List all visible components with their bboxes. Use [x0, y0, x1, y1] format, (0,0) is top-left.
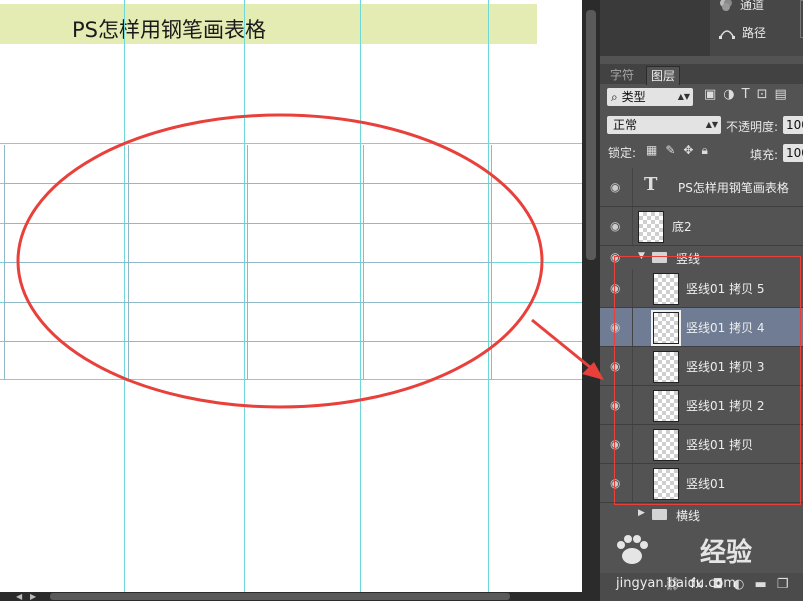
eye-icon[interactable]: ◉: [610, 219, 620, 233]
vertical-scrollbar[interactable]: [582, 0, 600, 592]
opacity-label: 不透明度:: [726, 120, 779, 134]
layer-row[interactable]: ◉ 底2: [600, 207, 803, 246]
smart-filter-icon[interactable]: ▤: [775, 87, 787, 102]
table-horizontal-line: [4, 262, 491, 263]
chevron-right-icon[interactable]: ▶: [638, 508, 645, 518]
text-filter-icon[interactable]: T: [742, 87, 750, 102]
opacity-input[interactable]: 100: [783, 116, 803, 134]
table-vertical-line: [491, 145, 492, 380]
search-icon: ⌕: [611, 90, 618, 104]
title-banner: PS怎样用钢笔画表格: [0, 4, 537, 44]
table-horizontal-line: [4, 341, 491, 342]
watermark: 经验 jingyan.baidu.com: [612, 526, 782, 596]
scrollbar-thumb[interactable]: [586, 10, 596, 260]
image-filter-icon[interactable]: ▣: [704, 87, 716, 102]
chevron-updown-icon: ▲▼: [705, 120, 718, 129]
annotation-ellipse: [16, 113, 544, 409]
paths-icon: [719, 29, 735, 39]
fill-label: 填充:: [750, 148, 779, 162]
channels-item[interactable]: 通道: [718, 0, 764, 13]
shape-filter-icon[interactable]: ⊡: [757, 87, 768, 102]
guide-horizontal: [0, 143, 582, 144]
paths-label: 路径: [742, 26, 767, 40]
layer-thumbnail: [638, 211, 664, 243]
scrollbar-thumb[interactable]: [50, 593, 510, 600]
watermark-logo: 经验: [700, 538, 753, 568]
annotation-arrow: [531, 318, 604, 380]
eye-icon[interactable]: ◉: [610, 180, 620, 194]
chevron-updown-icon: ▲▼: [677, 92, 690, 101]
lock-move-icon[interactable]: ✥: [683, 143, 693, 158]
table-horizontal-line: [4, 183, 491, 184]
folder-icon: [652, 509, 667, 520]
panel-tabs: 字符 图层: [600, 64, 803, 85]
guide-vertical: [124, 0, 125, 592]
document-canvas[interactable]: PS怎样用钢笔画表格: [0, 0, 582, 592]
scroll-left-icon[interactable]: ◀: [16, 592, 22, 601]
guide-vertical: [360, 0, 361, 592]
tab-layers[interactable]: 图层: [646, 66, 681, 85]
paths-item[interactable]: 路径: [718, 24, 766, 41]
layer-filter-select[interactable]: ⌕ 类型 ▲▼: [607, 88, 693, 106]
layer-name: 底2: [672, 220, 692, 234]
blend-mode-select[interactable]: 正常 ▲▼: [607, 116, 721, 134]
layer-row[interactable]: ◉ T PS怎样用钢笔画表格: [600, 168, 803, 207]
divider: [632, 207, 633, 245]
horizontal-scrollbar[interactable]: [0, 592, 600, 601]
guide-vertical: [488, 0, 489, 592]
annotation-rectangle: [614, 256, 801, 505]
channels-icon: [720, 0, 732, 11]
table-horizontal-line: [4, 302, 491, 303]
divider: [632, 168, 633, 206]
lock-icons: ▦ ✎ ✥ 🔒︎: [646, 143, 708, 158]
lock-paint-icon[interactable]: ✎: [665, 143, 675, 158]
watermark-url: jingyan.baidu.com: [616, 576, 736, 591]
filter-selected: 类型: [621, 90, 646, 104]
scroll-right-icon[interactable]: ▶: [30, 592, 36, 601]
table-horizontal-line: [4, 223, 491, 224]
channels-paths-panel: 通道 路径: [600, 0, 803, 56]
group-name: 横线: [676, 509, 701, 523]
tab-character[interactable]: 字符: [606, 66, 638, 84]
document-title: PS怎样用钢笔画表格: [72, 18, 266, 42]
text-layer-icon: T: [644, 174, 658, 195]
layer-group-row[interactable]: ▶ 横线: [600, 505, 803, 525]
guide-horizontal: [0, 379, 582, 380]
layer-name: PS怎样用钢笔画表格: [678, 181, 789, 195]
guide-vertical: [244, 0, 245, 592]
fill-input[interactable]: 100: [783, 144, 803, 162]
panel-strip: [600, 0, 710, 56]
lock-label: 锁定:: [608, 146, 637, 160]
paw-logo-icon: [617, 535, 648, 564]
lock-all-icon[interactable]: 🔒︎: [701, 143, 707, 158]
blend-mode-value: 正常: [613, 118, 638, 132]
adjust-filter-icon[interactable]: ◑: [723, 87, 734, 102]
channels-label: 通道: [740, 0, 765, 12]
lock-pixels-icon[interactable]: ▦: [646, 143, 657, 158]
filter-icons: ▣ ◑ T ⊡ ▤: [704, 87, 787, 102]
